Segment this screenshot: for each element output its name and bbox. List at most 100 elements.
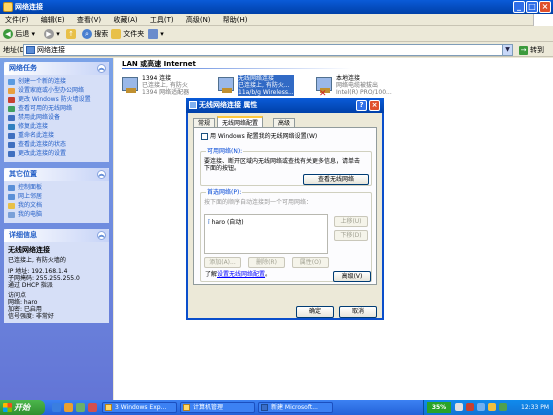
available-networks-group: 可用网络(N): 要连接、断开区域内无线网络或查找有关更多信息，请单击下面的按钮… (200, 148, 372, 186)
network-tasks-title: 网络任务 (9, 64, 37, 72)
views-icon (148, 29, 158, 39)
folder-up-icon: ↑ (66, 29, 76, 39)
details-title: 详细信息 (9, 231, 37, 239)
place-network-places[interactable]: 网上邻居 (8, 193, 105, 201)
advanced-button[interactable]: 高级(V) (333, 271, 371, 282)
task-rename-connection[interactable]: 重命名此连接 (8, 132, 105, 140)
dialog-close-button[interactable]: × (369, 100, 380, 111)
remove-network-button[interactable]: 删除(R) (248, 257, 285, 268)
taskbar-button-label: 新建 Microsoft... (271, 404, 318, 411)
folders-label: 文件夹 (123, 30, 145, 38)
connection-device: Intel(R) PRO/100... (336, 89, 392, 96)
close-button[interactable]: × (539, 1, 551, 13)
search-label: 搜索 (94, 30, 109, 38)
task-view-wireless[interactable]: 查看可用的无线网络 (8, 105, 105, 113)
learn-more-link[interactable]: 设置无线网络配置 (217, 271, 265, 278)
battery-badge[interactable]: 35% (427, 402, 451, 413)
collapse-chevron-icon[interactable]: ︽ (97, 170, 106, 179)
cancel-button[interactable]: 取消 (339, 306, 377, 318)
wireless-tray-icon[interactable] (477, 403, 485, 411)
taskbar-word-document[interactable]: 新建 Microsoft... (258, 402, 333, 413)
help-button[interactable]: ? (356, 100, 367, 111)
messenger-icon[interactable] (88, 403, 97, 412)
place-control-panel[interactable]: 控制面板 (8, 184, 105, 192)
show-desktop-icon[interactable] (76, 403, 85, 412)
connection-status: 已连接上, 有防火 (142, 82, 188, 89)
go-arrow-icon: → (519, 46, 528, 55)
move-down-button[interactable]: 下移(D) (334, 230, 368, 241)
up-button[interactable]: ↑ (66, 29, 76, 40)
volume-icon[interactable] (455, 403, 463, 411)
forward-button[interactable]: ▶ ▾ (44, 29, 60, 40)
menu-file[interactable]: 文件(F) (0, 14, 34, 26)
network-connection-icon (122, 77, 138, 93)
place-label: 我的电脑 (18, 211, 43, 218)
taskbar-explorer-group[interactable]: 3 Windows Exp... (102, 402, 177, 413)
antivirus-tray-icon[interactable] (499, 403, 507, 411)
task-label: 设置家庭或小型办公网络 (18, 87, 85, 94)
details-header[interactable]: 详细信息 ︽ (4, 229, 109, 242)
list-item[interactable]: ǐ haro (自动) (208, 219, 244, 226)
settings-icon (8, 151, 15, 157)
tab-general[interactable]: 常规 (193, 118, 216, 127)
task-change-settings[interactable]: 更改此连接的设置 (8, 150, 105, 158)
details-status: 已连接上, 有防火墙的 (8, 257, 66, 264)
menu-view[interactable]: 查看(V) (72, 14, 106, 26)
ie-icon[interactable] (52, 403, 61, 412)
forward-arrow-icon: ▶ (44, 29, 54, 39)
network-folder-icon (26, 46, 35, 54)
add-network-button[interactable]: 添加(A)... (204, 257, 241, 268)
use-windows-config-checkbox[interactable]: 用 Windows 配置我的无线网络设置(W) (201, 133, 317, 141)
task-setup-home-network[interactable]: 设置家庭或小型办公网络 (8, 87, 105, 95)
address-input[interactable]: 网络连接 ▼ (23, 44, 513, 56)
task-create-connection[interactable]: 创建一个新的连接 (8, 78, 105, 86)
maximize-button[interactable]: □ (526, 1, 538, 13)
details-signal: 信号强度: 非常好 (8, 313, 54, 320)
my-documents-icon (8, 203, 15, 209)
back-button[interactable]: ◀ 后退 ▾ (3, 29, 35, 40)
minimize-button[interactable]: _ (513, 1, 525, 13)
collapse-chevron-icon[interactable]: ︽ (97, 64, 106, 73)
move-up-button[interactable]: 上移(U) (334, 216, 368, 227)
network-properties-button[interactable]: 属性(O) (292, 257, 329, 268)
task-disable-device[interactable]: 禁用此网络设备 (8, 114, 105, 122)
task-firewall-settings[interactable]: 更改 Windows 防火墙设置 (8, 96, 105, 104)
security-alert-icon[interactable] (466, 403, 474, 411)
clock[interactable]: 12:33 PM (521, 400, 549, 415)
views-button[interactable]: ▾ (148, 29, 164, 40)
ok-button[interactable]: 确定 (296, 306, 334, 318)
other-places-header[interactable]: 其它位置 ︽ (4, 168, 109, 181)
network-tray-icon[interactable] (488, 403, 496, 411)
menu-advanced[interactable]: 高级(N) (181, 14, 216, 26)
tab-advanced[interactable]: 高级 (273, 118, 296, 127)
place-my-documents[interactable]: 我的文档 (8, 202, 105, 210)
start-button[interactable]: 开始 (0, 400, 45, 415)
place-my-computer[interactable]: 我的电脑 (8, 211, 105, 219)
network-tasks-header[interactable]: 网络任务 ︽ (4, 62, 109, 75)
connection-name: 本地连接 (336, 75, 361, 82)
network-tasks-panel: 网络任务 ︽ 创建一个新的连接 设置家庭或小型办公网络 更改 Windows 防… (4, 62, 109, 162)
search-button[interactable]: ⌕ 搜索 (82, 29, 108, 40)
media-player-icon[interactable] (64, 403, 73, 412)
preferred-networks-list[interactable]: ǐ haro (自动) (204, 214, 328, 254)
checkbox-box[interactable] (201, 133, 208, 140)
menu-tools[interactable]: 工具(T) (145, 14, 179, 26)
window-title-bar[interactable]: 网络连接 _ □ × (0, 0, 553, 14)
task-repair-connection[interactable]: 修复此连接 (8, 123, 105, 131)
connection-device: 1394 网络适配器 (142, 89, 190, 96)
task-label: 重命名此连接 (18, 132, 55, 139)
address-value: 网络连接 (37, 46, 65, 54)
chevron-down-icon[interactable]: ▼ (502, 45, 512, 55)
folders-button[interactable]: 文件夹 (111, 29, 144, 40)
menu-favorites[interactable]: 收藏(A) (108, 14, 142, 26)
taskbar-computer-management[interactable]: 计算机管理 (180, 402, 255, 413)
checkbox-label: 用 Windows 配置我的无线网络设置(W) (210, 133, 318, 140)
task-pane: 网络任务 ︽ 创建一个新的连接 设置家庭或小型办公网络 更改 Windows 防… (0, 58, 113, 400)
view-wireless-networks-button[interactable]: 查看无线网络 (303, 174, 369, 185)
dialog-title-bar[interactable]: 无线网络连接 属性 ? × (186, 98, 384, 113)
task-view-status[interactable]: 查看此连接的状态 (8, 141, 105, 149)
go-button[interactable]: → 转到 (519, 45, 544, 55)
collapse-chevron-icon[interactable]: ︽ (97, 231, 106, 240)
menu-help[interactable]: 帮助(H) (218, 14, 253, 26)
menu-edit[interactable]: 编辑(E) (36, 14, 70, 26)
